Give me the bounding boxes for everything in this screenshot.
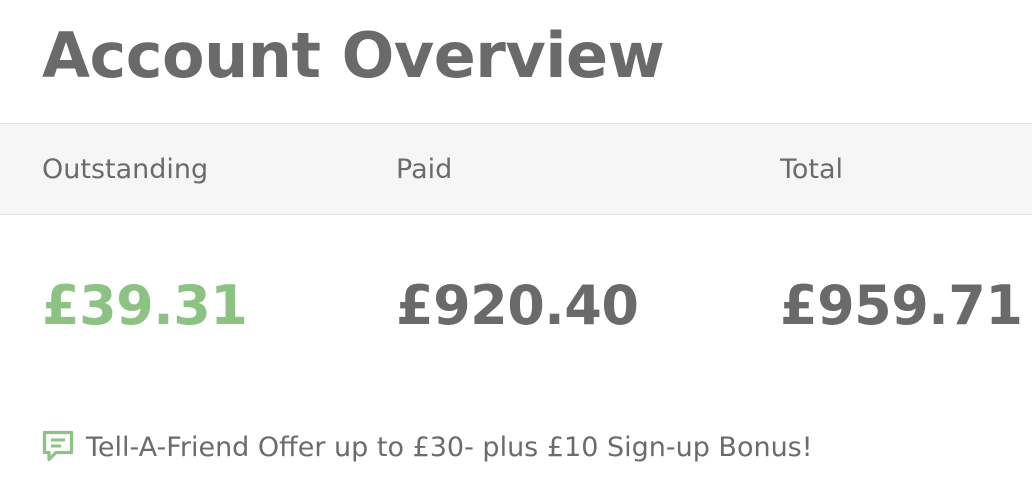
column-header-outstanding: Outstanding (42, 154, 209, 185)
total-amount: £959.71 (780, 274, 1023, 337)
paid-amount: £920.40 (396, 274, 639, 337)
column-header-total: Total (780, 154, 844, 185)
column-header-paid: Paid (396, 154, 453, 185)
tell-a-friend-link[interactable]: Tell-A-Friend Offer up to £30- plus £10 … (86, 432, 813, 463)
summary-header-row: Outstanding Paid Total (0, 123, 1032, 215)
outstanding-amount: £39.31 (42, 274, 248, 337)
account-overview-panel: Account Overview Outstanding Paid Total … (0, 0, 1032, 502)
page-title: Account Overview (42, 19, 665, 92)
tell-a-friend-promo[interactable]: Tell-A-Friend Offer up to £30- plus £10 … (42, 424, 813, 470)
speech-bubble-icon (42, 430, 74, 464)
